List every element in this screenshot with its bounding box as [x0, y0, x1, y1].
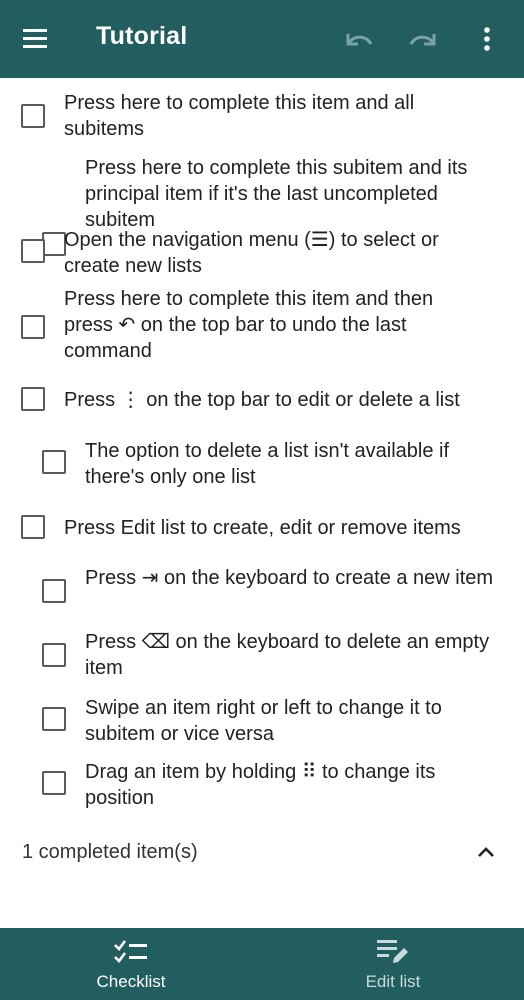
list-item[interactable]: Open the navigation menu (☰) to select o… — [0, 224, 524, 282]
item-text: Press here to complete this item and the… — [64, 288, 434, 362]
checkbox[interactable] — [21, 315, 45, 339]
more-vert-icon[interactable] — [476, 24, 498, 54]
redo-icon[interactable] — [406, 26, 440, 54]
list-item[interactable]: The option to delete a list isn't availa… — [0, 433, 524, 495]
list-item[interactable]: Press here to complete this item and all… — [0, 84, 524, 142]
item-text: The option to delete a list isn't availa… — [85, 440, 450, 488]
item-text: Drag an item by holding ⠿ to change its … — [85, 761, 436, 809]
list-item[interactable]: Drag an item by holding ⠿ to change its … — [0, 754, 524, 814]
checkbox[interactable] — [42, 771, 66, 795]
page-title: Tutorial — [96, 22, 188, 50]
checkbox[interactable] — [21, 387, 45, 411]
item-text: Press Edit list to create, edit or remov… — [64, 517, 461, 539]
menu-icon[interactable] — [22, 26, 52, 52]
list-item[interactable]: Press ⌫ on the keyboard to delete an emp… — [0, 626, 524, 686]
list-item[interactable]: Press Edit list to create, edit or remov… — [0, 506, 524, 550]
item-text: Press ⋮ on the top bar to edit or delete… — [64, 389, 460, 411]
bottom-navigation: Checklist Edit list — [0, 928, 524, 1000]
undo-icon[interactable] — [342, 26, 376, 54]
item-text: Press ⇥ on the keyboard to create a new … — [85, 567, 494, 589]
edit-list-icon — [375, 936, 411, 966]
tab-edit-list[interactable]: Edit list — [262, 928, 524, 1000]
checkbox[interactable] — [42, 450, 66, 474]
completed-count-label: 1 completed item(s) — [22, 841, 198, 863]
checkbox[interactable] — [42, 579, 66, 603]
checkbox[interactable] — [21, 239, 45, 263]
top-app-bar: Tutorial — [0, 0, 524, 78]
tab-checklist[interactable]: Checklist — [0, 928, 262, 1000]
item-text: Swipe an item right or left to change it… — [85, 697, 442, 745]
checklist-icon — [113, 936, 149, 966]
item-text: Press here to complete this subitem and … — [85, 157, 468, 231]
list-item[interactable]: Press here to complete this item and the… — [0, 284, 524, 368]
item-text: Press ⌫ on the keyboard to delete an emp… — [85, 631, 490, 679]
checkbox[interactable] — [21, 104, 45, 128]
tab-edit-list-label: Edit list — [365, 972, 421, 991]
item-text: Press here to complete this item and all… — [64, 92, 415, 140]
list-item[interactable]: Press ⇥ on the keyboard to create a new … — [0, 562, 524, 622]
tab-checklist-label: Checklist — [96, 972, 166, 991]
checkbox[interactable] — [21, 515, 45, 539]
list-item[interactable]: Swipe an item right or left to change it… — [0, 690, 524, 750]
item-text: Open the navigation menu (☰) to select o… — [64, 229, 439, 277]
completed-items-toggle[interactable]: 1 completed item(s) — [0, 828, 524, 878]
checkbox[interactable] — [42, 707, 66, 731]
checkbox[interactable] — [42, 643, 66, 667]
list-item[interactable]: Press here to complete this subitem and … — [0, 142, 524, 256]
list-item[interactable]: Press ⋮ on the top bar to edit or delete… — [0, 378, 524, 422]
chevron-up-icon[interactable] — [476, 844, 496, 860]
